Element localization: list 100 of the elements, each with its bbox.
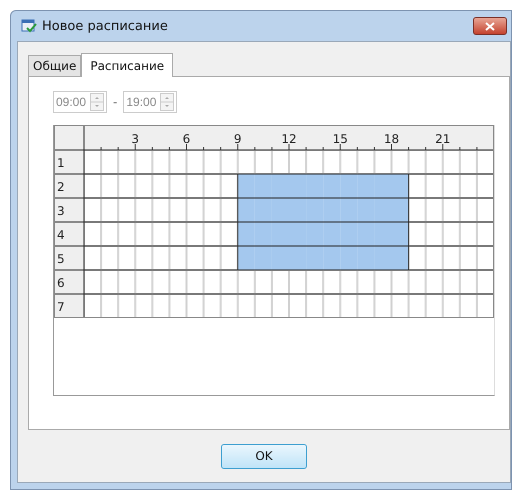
hour-cell[interactable] [118, 294, 136, 318]
hour-cell[interactable] [238, 174, 255, 198]
hour-cell[interactable] [374, 222, 392, 246]
hour-cell[interactable] [374, 294, 392, 318]
tab[interactable]: Общие [28, 55, 82, 76]
hour-cell[interactable] [186, 294, 204, 318]
hour-cell[interactable] [238, 246, 255, 270]
hour-cell[interactable] [101, 222, 118, 246]
hour-cell[interactable] [186, 174, 204, 198]
ok-button[interactable]: OK [221, 444, 307, 468]
hour-cell[interactable] [135, 294, 152, 318]
hour-cell[interactable] [186, 246, 204, 270]
hour-cell[interactable] [306, 198, 324, 222]
hour-cell[interactable] [152, 270, 170, 294]
hour-cell[interactable] [169, 174, 186, 198]
hour-cell[interactable] [135, 198, 152, 222]
hour-cell[interactable] [442, 246, 460, 270]
hour-cell[interactable] [272, 246, 289, 270]
hour-cell[interactable] [460, 246, 477, 270]
tab[interactable]: Расписание [81, 53, 174, 77]
hour-cell[interactable] [186, 198, 204, 222]
hour-cell[interactable] [204, 246, 221, 270]
hour-cell[interactable] [476, 270, 494, 294]
hour-cell[interactable] [238, 198, 255, 222]
hour-cell[interactable] [374, 174, 392, 198]
hour-cell[interactable] [306, 222, 324, 246]
hour-cell[interactable] [101, 270, 118, 294]
hour-cell[interactable] [476, 246, 494, 270]
hour-cell[interactable] [254, 174, 272, 198]
hour-cell[interactable] [118, 270, 136, 294]
hour-cell[interactable] [340, 198, 358, 222]
hour-cell[interactable] [289, 198, 306, 222]
hour-cell[interactable] [101, 150, 118, 174]
hour-cell[interactable] [254, 150, 272, 174]
hour-cell[interactable] [408, 246, 426, 270]
hour-cell[interactable] [204, 294, 221, 318]
hour-cell[interactable] [220, 174, 238, 198]
hour-cell[interactable] [374, 150, 392, 174]
hour-cell[interactable] [101, 198, 118, 222]
hour-cell[interactable] [204, 222, 221, 246]
hour-cell[interactable] [442, 270, 460, 294]
hour-cell[interactable] [408, 198, 426, 222]
hour-cell[interactable] [238, 270, 255, 294]
hour-cell[interactable] [169, 222, 186, 246]
hour-cell[interactable] [323, 270, 340, 294]
hour-cell[interactable] [118, 222, 136, 246]
hour-cell[interactable] [101, 246, 118, 270]
hour-cell[interactable] [426, 150, 443, 174]
hour-cell[interactable] [101, 174, 118, 198]
hour-cell[interactable] [289, 174, 306, 198]
hour-cell[interactable] [289, 246, 306, 270]
hour-cell[interactable] [357, 222, 374, 246]
hour-cell[interactable] [118, 246, 136, 270]
hour-cell[interactable] [254, 198, 272, 222]
hour-cell[interactable] [135, 150, 152, 174]
hour-cell[interactable] [220, 198, 238, 222]
hour-cell[interactable] [357, 270, 374, 294]
hour-cell[interactable] [460, 270, 477, 294]
hour-cell[interactable] [289, 270, 306, 294]
hour-cell[interactable] [238, 294, 255, 318]
hour-cell[interactable] [460, 198, 477, 222]
hour-cell[interactable] [392, 294, 409, 318]
hour-cell[interactable] [306, 270, 324, 294]
hour-cell[interactable] [306, 150, 324, 174]
hour-cell[interactable] [238, 222, 255, 246]
hour-cell[interactable] [357, 174, 374, 198]
hour-cell[interactable] [340, 294, 358, 318]
hour-cell[interactable] [289, 150, 306, 174]
hour-cell[interactable] [408, 150, 426, 174]
hour-cell[interactable] [476, 174, 494, 198]
hour-cell[interactable] [323, 222, 340, 246]
hour-cell[interactable] [204, 270, 221, 294]
hour-cell[interactable] [272, 294, 289, 318]
hour-cell[interactable] [204, 174, 221, 198]
hour-cell[interactable] [392, 198, 409, 222]
hour-cell[interactable] [392, 246, 409, 270]
hour-cell[interactable] [272, 222, 289, 246]
hour-cell[interactable] [460, 150, 477, 174]
hour-cell[interactable] [169, 246, 186, 270]
hour-cell[interactable] [152, 246, 170, 270]
hour-cell[interactable] [442, 222, 460, 246]
hour-cell[interactable] [84, 270, 102, 294]
hour-cell[interactable] [186, 150, 204, 174]
hour-cell[interactable] [460, 174, 477, 198]
hour-cell[interactable] [254, 246, 272, 270]
hour-cell[interactable] [220, 150, 238, 174]
hour-cell[interactable] [426, 198, 443, 222]
hour-cell[interactable] [408, 174, 426, 198]
hour-cell[interactable] [426, 174, 443, 198]
hour-cell[interactable] [357, 150, 374, 174]
hour-cell[interactable] [426, 270, 443, 294]
hour-cell[interactable] [357, 198, 374, 222]
hour-cell[interactable] [152, 222, 170, 246]
hour-cell[interactable] [272, 270, 289, 294]
hour-cell[interactable] [357, 294, 374, 318]
hour-cell[interactable] [101, 294, 118, 318]
hour-cell[interactable] [340, 270, 358, 294]
hour-cell[interactable] [460, 294, 477, 318]
hour-cell[interactable] [118, 198, 136, 222]
hour-cell[interactable] [152, 294, 170, 318]
